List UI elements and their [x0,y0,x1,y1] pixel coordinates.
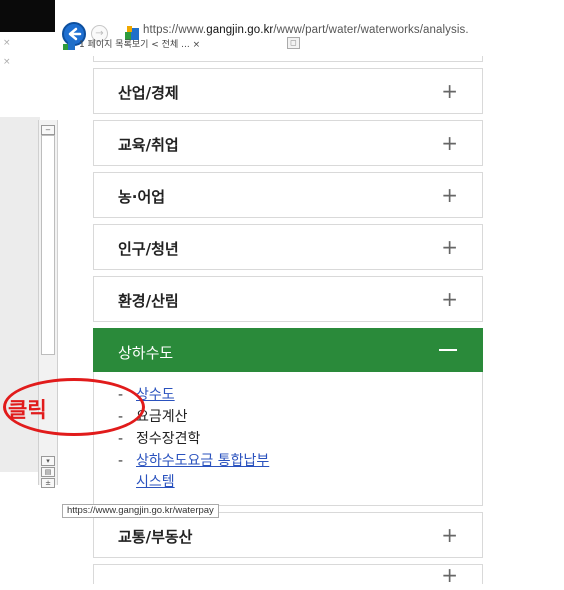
submenu-item-fee-calc[interactable]: - 요금계산 [118,406,482,428]
close-icon[interactable]: × [3,57,11,67]
submenu-label: 요금계산 [136,409,188,425]
menu-item-label: 인구/청년 [118,240,179,258]
submenu-link[interactable]: 상수도 [136,387,175,403]
black-redaction [0,0,55,32]
scroll-down-icon[interactable]: ▾ [41,456,55,466]
menu-item-label: 산업/경제 [118,84,179,102]
scroll-up-icon[interactable]: − [41,125,55,135]
scroll-split-icon[interactable]: ± [41,478,55,488]
scrollbar-thumb[interactable] [41,135,55,355]
menu-item-label: 교육/취업 [118,136,179,154]
menu-item-label: 상하수도 [118,344,174,362]
submenu-link[interactable]: 시스템 [136,474,175,490]
plus-icon: + [441,79,458,103]
click-annotation-text: 클릭 [8,398,47,422]
menu-item-environment[interactable]: 환경/산림 + [93,276,483,322]
menu-item-label: 환경/산림 [118,292,179,310]
status-bar-url: https://www.gangjin.go.kr/waterpay [62,504,219,518]
url-domain: gangjin.go.kr [206,24,274,36]
plus-icon: + [441,235,458,259]
bullet-dash: - [118,409,124,425]
scroll-grid-icon[interactable]: ▤ [41,467,55,477]
menu-item-education[interactable]: 교육/취업 + [93,120,483,166]
tab-favicon-icon [63,40,75,50]
new-tab-icon[interactable]: ◻ [287,37,300,49]
submenu-item-integrated-pay-cont[interactable]: 시스템 [118,472,482,492]
browser-tab[interactable]: 1 페이지 목록보기 < 전체 ... × [79,37,200,50]
menu-item-agriculture[interactable]: 농·어업 + [93,172,483,218]
submenu-link[interactable]: 상하수도요금 통합납부 [136,453,269,469]
plus-icon: + [441,183,458,207]
menu-item-label: 농·어업 [118,188,166,206]
minus-icon [439,349,457,351]
submenu-water: - 상수도 - 요금계산 - 정수장견학 - 상하수도요금 통합납부 시스템 [93,372,483,506]
close-icon[interactable]: × [3,38,11,48]
bullet-dash: - [118,453,124,469]
menu-top-edge [93,56,483,62]
menu-item-label: 교통/부동산 [118,528,193,546]
submenu-label: 정수장견학 [136,431,201,447]
menu-item-water-active[interactable]: 상하수도 [93,328,483,372]
menu-item-population[interactable]: 인구/청년 + [93,224,483,270]
submenu-item-waterworks[interactable]: - 상수도 [118,384,482,406]
plus-icon: + [441,523,458,547]
tab-title: 1 페이지 목록보기 < 전체 ... [79,40,190,50]
menu-item-next[interactable]: + [93,563,483,587]
url-prefix: https://www. [143,24,207,36]
menu-item-industry[interactable]: 산업/경제 + [93,68,483,114]
address-bar[interactable]: https://www.gangjin.go.kr/www/part/water… [143,24,469,36]
bullet-dash: - [118,431,124,447]
tab-close-icon[interactable]: × [193,40,201,50]
plus-icon: + [441,287,458,311]
bullet-dash: - [118,387,124,403]
plus-icon: + [441,131,458,155]
submenu-item-integrated-pay[interactable]: - 상하수도요금 통합납부 [118,450,482,472]
url-path: /www/part/water/waterworks/analysis. [273,24,469,36]
plus-icon: + [441,563,458,587]
submenu-item-plant-tour[interactable]: - 정수장견학 [118,428,482,450]
